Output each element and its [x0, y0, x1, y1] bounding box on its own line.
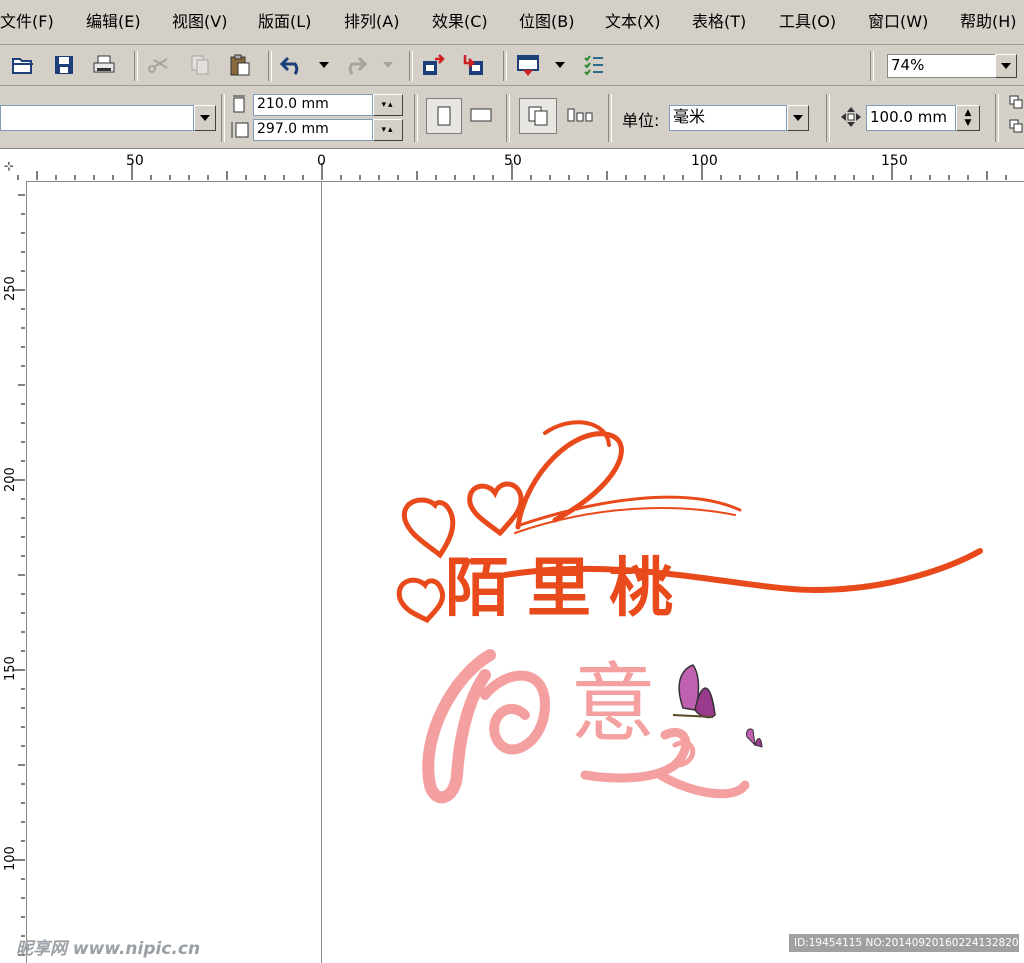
zoom-level-input[interactable]: 74%: [887, 54, 999, 78]
page-width-spinner[interactable]: ▾▴: [373, 94, 403, 116]
undo-dropdown-icon[interactable]: [314, 51, 334, 79]
menu-edit[interactable]: 编辑(E): [86, 8, 141, 32]
page-width-icon: [232, 95, 246, 117]
portrait-orientation-button[interactable]: [426, 98, 462, 134]
watermark-id-text: ID:19454115 NO:20140920160224132820: [789, 934, 1019, 952]
units-label: 单位:: [622, 111, 660, 130]
toolbar-separator: [506, 94, 510, 142]
redo-dropdown-icon[interactable]: [378, 51, 398, 79]
small-butterfly-icon: [746, 728, 763, 748]
logo-title: 陌里桃: [445, 552, 691, 626]
ruler-label: 150: [3, 656, 18, 681]
nudge-distance-input[interactable]: 100.0 mm: [866, 105, 956, 131]
page-width-input[interactable]: 210.0 mm: [253, 94, 373, 116]
cut-icon[interactable]: [145, 51, 173, 79]
toolbar-separator: [221, 94, 225, 142]
menu-table[interactable]: 表格(T): [692, 8, 746, 32]
toolbar-separator: [268, 51, 272, 81]
export-icon[interactable]: [460, 51, 488, 79]
copy-icon[interactable]: [186, 51, 214, 79]
toolbar-separator: [414, 94, 418, 142]
units-dropdown-button[interactable]: [787, 105, 809, 131]
page-edge-guide: [321, 182, 322, 963]
standard-toolbar: 74%: [0, 45, 1024, 86]
menu-bitmaps[interactable]: 位图(B): [519, 8, 574, 32]
menu-text[interactable]: 文本(X): [605, 8, 660, 32]
vertical-ruler[interactable]: 250 200 150 100: [0, 181, 27, 963]
toolbar-separator: [134, 51, 138, 81]
menu-file[interactable]: 文件(F): [0, 8, 54, 32]
nudge-distance-icon: [840, 106, 862, 132]
options-icon[interactable]: [580, 51, 608, 79]
page-height-spinner[interactable]: ▾▴: [373, 119, 403, 141]
property-bar: 210.0 mm ▾▴ 297.0 mm ▾▴ 单位: 毫米 100.0 mm …: [0, 86, 1024, 149]
ruler-label: 0: [317, 153, 326, 169]
menu-help[interactable]: 帮助(H): [960, 8, 1017, 32]
menu-layout[interactable]: 版面(L): [258, 8, 311, 32]
ruler-origin-icon[interactable]: ⊹: [4, 159, 14, 173]
page-height-input[interactable]: 297.0 mm: [253, 119, 373, 141]
application-launcher-icon[interactable]: [514, 51, 542, 79]
ruler-label: 100: [691, 153, 718, 169]
menu-window[interactable]: 窗口(W): [868, 8, 928, 32]
logo-subtitle: 意: [570, 654, 656, 754]
menu-effects[interactable]: 效果(C): [432, 8, 488, 32]
ruler-label: 100: [3, 846, 18, 871]
ruler-label: 150: [881, 153, 908, 169]
logo-graphic: 陌里桃 意: [396, 420, 983, 804]
all-pages-layout-button[interactable]: [519, 98, 557, 134]
menu-arrange[interactable]: 排列(A): [344, 8, 399, 32]
menu-tools[interactable]: 工具(O): [779, 8, 836, 32]
toolbar-separator: [826, 94, 830, 142]
duplicate-distance-icon[interactable]: [1008, 94, 1024, 142]
import-icon[interactable]: [420, 51, 448, 79]
butterfly-icon: [672, 664, 716, 719]
open-icon[interactable]: [9, 51, 37, 79]
ruler-label: 50: [504, 153, 522, 169]
current-page-layout-button[interactable]: [563, 101, 597, 129]
zoom-dropdown-button[interactable]: [995, 54, 1017, 78]
page-preset-select[interactable]: [0, 105, 194, 131]
undo-icon[interactable]: [279, 51, 307, 79]
watermark-logo-text: 昵享网 www.nipic.cn: [16, 939, 201, 959]
nudge-distance-spinner[interactable]: ▲ ▼: [956, 105, 980, 131]
ruler-label: 50: [126, 153, 144, 169]
launcher-dropdown-icon[interactable]: [550, 51, 570, 79]
menu-view[interactable]: 视图(V): [172, 8, 227, 32]
toolbar-separator: [608, 94, 612, 142]
page-height-icon: [230, 121, 250, 143]
units-select[interactable]: 毫米: [669, 105, 787, 131]
print-icon[interactable]: [90, 51, 118, 79]
page-preset-dropdown-button[interactable]: [194, 105, 216, 131]
redo-icon[interactable]: [340, 51, 368, 79]
toolbar-separator: [409, 51, 413, 81]
logo-artwork[interactable]: 陌里桃 意: [395, 415, 995, 819]
menu-bar: 文件(F) 编辑(E) 视图(V) 版面(L) 排列(A) 效果(C) 位图(B…: [0, 0, 1024, 45]
toolbar-separator: [995, 94, 999, 142]
paste-icon[interactable]: [226, 51, 254, 79]
ruler-label: 250: [3, 276, 18, 301]
landscape-orientation-button[interactable]: [467, 101, 495, 129]
toolbar-separator: [870, 51, 874, 81]
save-icon[interactable]: [50, 51, 78, 79]
horizontal-ruler[interactable]: ⊹ 50 0 50 100 150: [0, 149, 1024, 182]
ruler-label: 200: [3, 467, 18, 492]
toolbar-separator: [503, 51, 507, 81]
